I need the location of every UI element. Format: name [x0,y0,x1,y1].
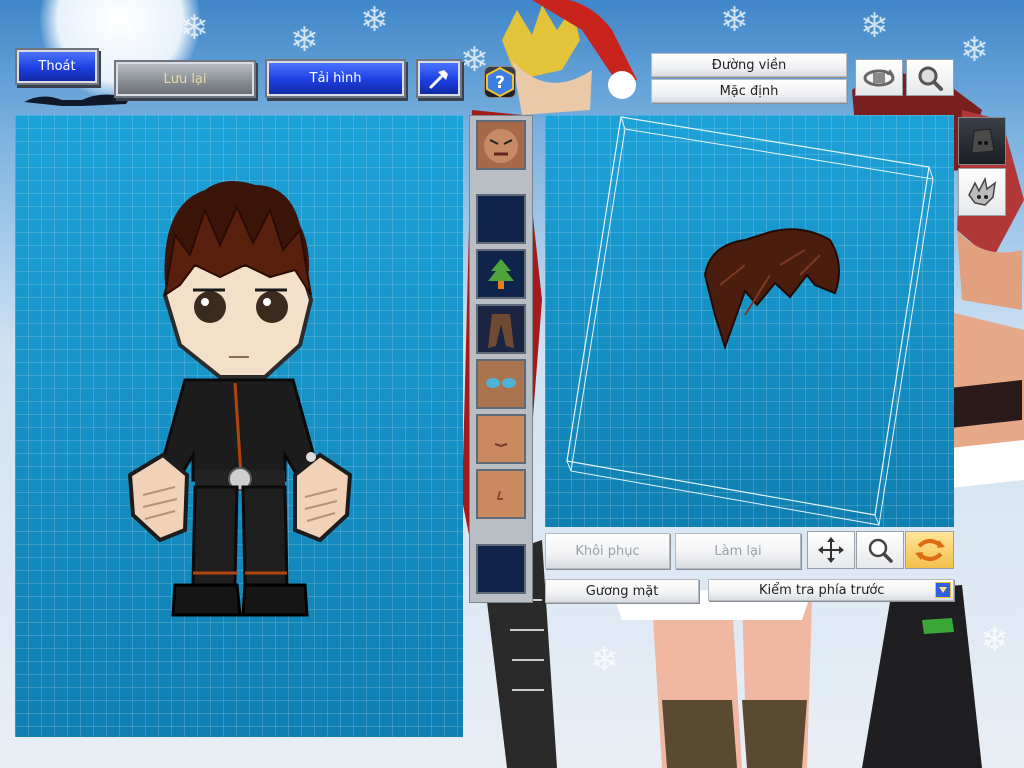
thumb-empty-slot[interactable] [476,544,526,594]
zoom-icon [918,66,943,91]
editor-bounding-box [566,116,934,526]
zoom-tool-button[interactable] [856,531,904,569]
rotate-view-button[interactable] [855,59,903,96]
thumb-eyes-blue[interactable] [476,359,526,409]
exit-button[interactable]: Thoát [17,50,97,83]
zoom-button[interactable] [906,59,954,96]
thumb-empty-slot[interactable] [476,194,526,244]
swap-button[interactable] [905,531,954,569]
thumb-tree-icon[interactable] [476,249,526,299]
redo-button[interactable]: Làm lại [675,533,801,569]
thumb-face-angry[interactable] [476,120,526,170]
hair-part-model [703,228,840,351]
thumb-face-nose[interactable] [476,469,526,519]
default-button[interactable]: Mặc định [651,79,847,103]
outline-button[interactable]: Đường viền [651,53,847,77]
snowflake: ❄ [180,8,209,48]
rotate-view-icon [863,68,895,86]
chevron-down-icon[interactable] [935,582,951,598]
save-button[interactable]: Lưu lại [116,62,254,96]
view-select[interactable]: Kiểm tra phía trước [708,579,954,601]
snowflake: ❄ [360,0,389,40]
hammer-icon [429,69,448,88]
spiky-shape-icon [968,176,996,206]
block-shape-icon [971,128,995,154]
move-icon [818,537,844,563]
hammer-button[interactable] [418,61,460,96]
zoom-icon [868,538,893,563]
move-button[interactable] [807,531,855,569]
thumb-hair-dark[interactable] [476,304,526,354]
character-model [127,181,353,617]
help-icon: ? [486,67,514,97]
spiky-shape-button[interactable] [958,168,1006,216]
character-preview-panel [15,115,463,737]
help-button[interactable]: ? [484,66,516,98]
part-editor-viewport [545,115,954,527]
face-category-button[interactable]: Gương mặt [545,579,699,603]
parts-thumbnail-strip [469,115,533,603]
snowflake: ❄ [290,20,319,60]
shape-tool-button[interactable] [958,117,1006,165]
svg-text:?: ? [495,73,505,93]
view-select-value: Kiểm tra phía trước [759,582,885,598]
thumb-face-plain[interactable] [476,414,526,464]
reload-image-button[interactable]: Tải hình [267,61,404,96]
restore-button[interactable]: Khôi phục [545,533,670,569]
swap-icon [914,539,945,561]
